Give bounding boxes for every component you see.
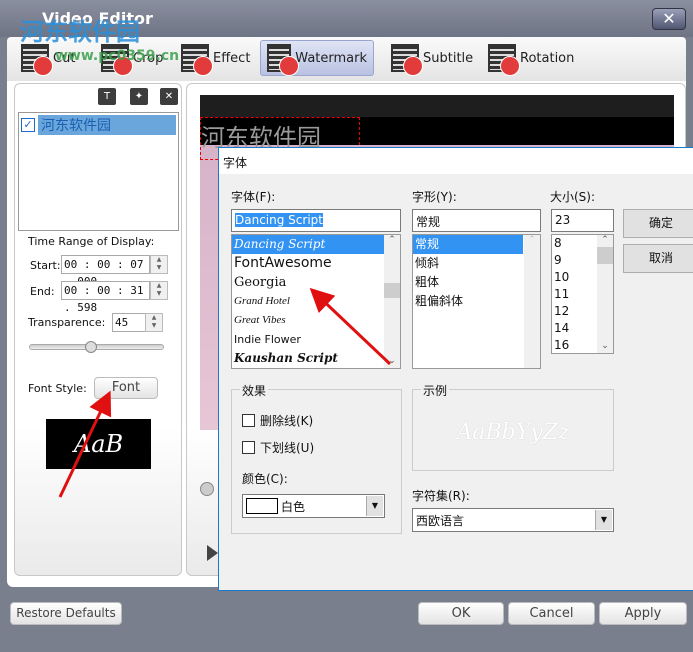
watermark-logo-text: 河东软件园 <box>20 18 140 46</box>
red-arrow <box>58 390 112 498</box>
red-arrow <box>309 287 392 366</box>
annotation-arrows <box>58 287 392 498</box>
watermark-url: www.pc0359.cn <box>55 48 180 64</box>
